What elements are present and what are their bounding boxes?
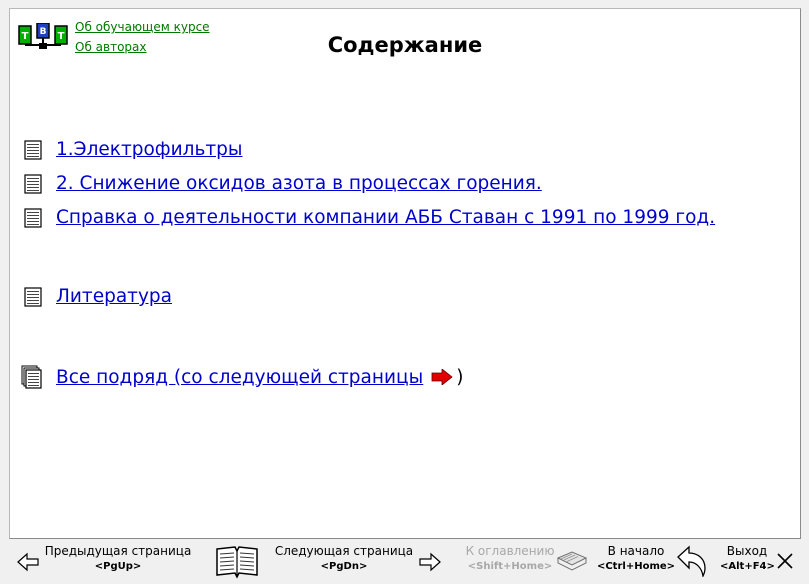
return-arrow-icon[interactable] xyxy=(676,545,708,577)
to-contents-button[interactable]: К оглавлению <Shift+Home> xyxy=(462,544,558,575)
toc-item: Справка о деятельности компании АББ Став… xyxy=(24,207,715,228)
to-start-key: <Ctrl+Home> xyxy=(596,561,676,572)
prev-page-key: <PgUp> xyxy=(94,561,142,572)
to-contents-key: <Shift+Home> xyxy=(467,561,553,572)
next-page-key: <PgDn> xyxy=(320,561,368,572)
toc-link-all-in-row[interactable]: Все подряд (со следующей страницы xyxy=(56,367,423,388)
to-start-button[interactable]: В начало <Ctrl+Home> xyxy=(596,544,676,575)
book-icon[interactable] xyxy=(556,548,588,574)
toc-link-nitrogen-oxides[interactable]: 2. Снижение оксидов азота в процессах го… xyxy=(56,173,542,194)
to-contents-label: К оглавлению xyxy=(465,544,555,558)
arrow-left-icon[interactable] xyxy=(17,552,39,572)
toc-link-electrofilters[interactable]: 1.Электрофильтры xyxy=(56,139,242,160)
page-title: Содержание xyxy=(327,33,483,57)
prev-page-label: Предыдущая страница xyxy=(44,544,192,558)
to-start-label: В начало xyxy=(607,544,665,558)
prev-page-button[interactable]: Предыдущая страница <PgUp> xyxy=(43,544,193,575)
document-icon xyxy=(24,173,42,194)
document-icon xyxy=(24,286,42,307)
toc-link-literature[interactable]: Литература xyxy=(56,286,172,307)
documents-stack-icon xyxy=(21,365,42,389)
toc-item: Литература xyxy=(24,286,172,307)
closing-paren: ) xyxy=(456,366,464,388)
exit-button[interactable]: Выход <Alt+F4> xyxy=(720,544,775,575)
bottom-toolbar: Предыдущая страница <PgUp> Следующая стр… xyxy=(0,540,809,584)
document-icon xyxy=(24,139,42,160)
content-panel: T B T Об обучающем курсе Об авторах Соде… xyxy=(9,8,801,539)
toc-item: 1.Электрофильтры xyxy=(24,139,242,160)
exit-key: <Alt+F4> xyxy=(720,561,775,572)
toc-link-company-info[interactable]: Справка о деятельности компании АББ Став… xyxy=(56,207,715,228)
next-page-label: Следующая страница xyxy=(274,544,414,558)
arrow-right-icon[interactable] xyxy=(419,552,441,572)
red-arrow-right-icon[interactable] xyxy=(431,369,453,385)
next-page-button[interactable]: Следующая страница <PgDn> xyxy=(272,544,416,575)
toc-item-all: Все подряд (со следующей страницы ) xyxy=(21,365,463,389)
open-book-icon[interactable] xyxy=(215,543,259,579)
document-icon xyxy=(24,207,42,228)
toc-item: 2. Снижение оксидов азота в процессах го… xyxy=(24,173,542,194)
close-x-icon[interactable] xyxy=(776,552,794,570)
exit-label: Выход xyxy=(726,544,768,558)
